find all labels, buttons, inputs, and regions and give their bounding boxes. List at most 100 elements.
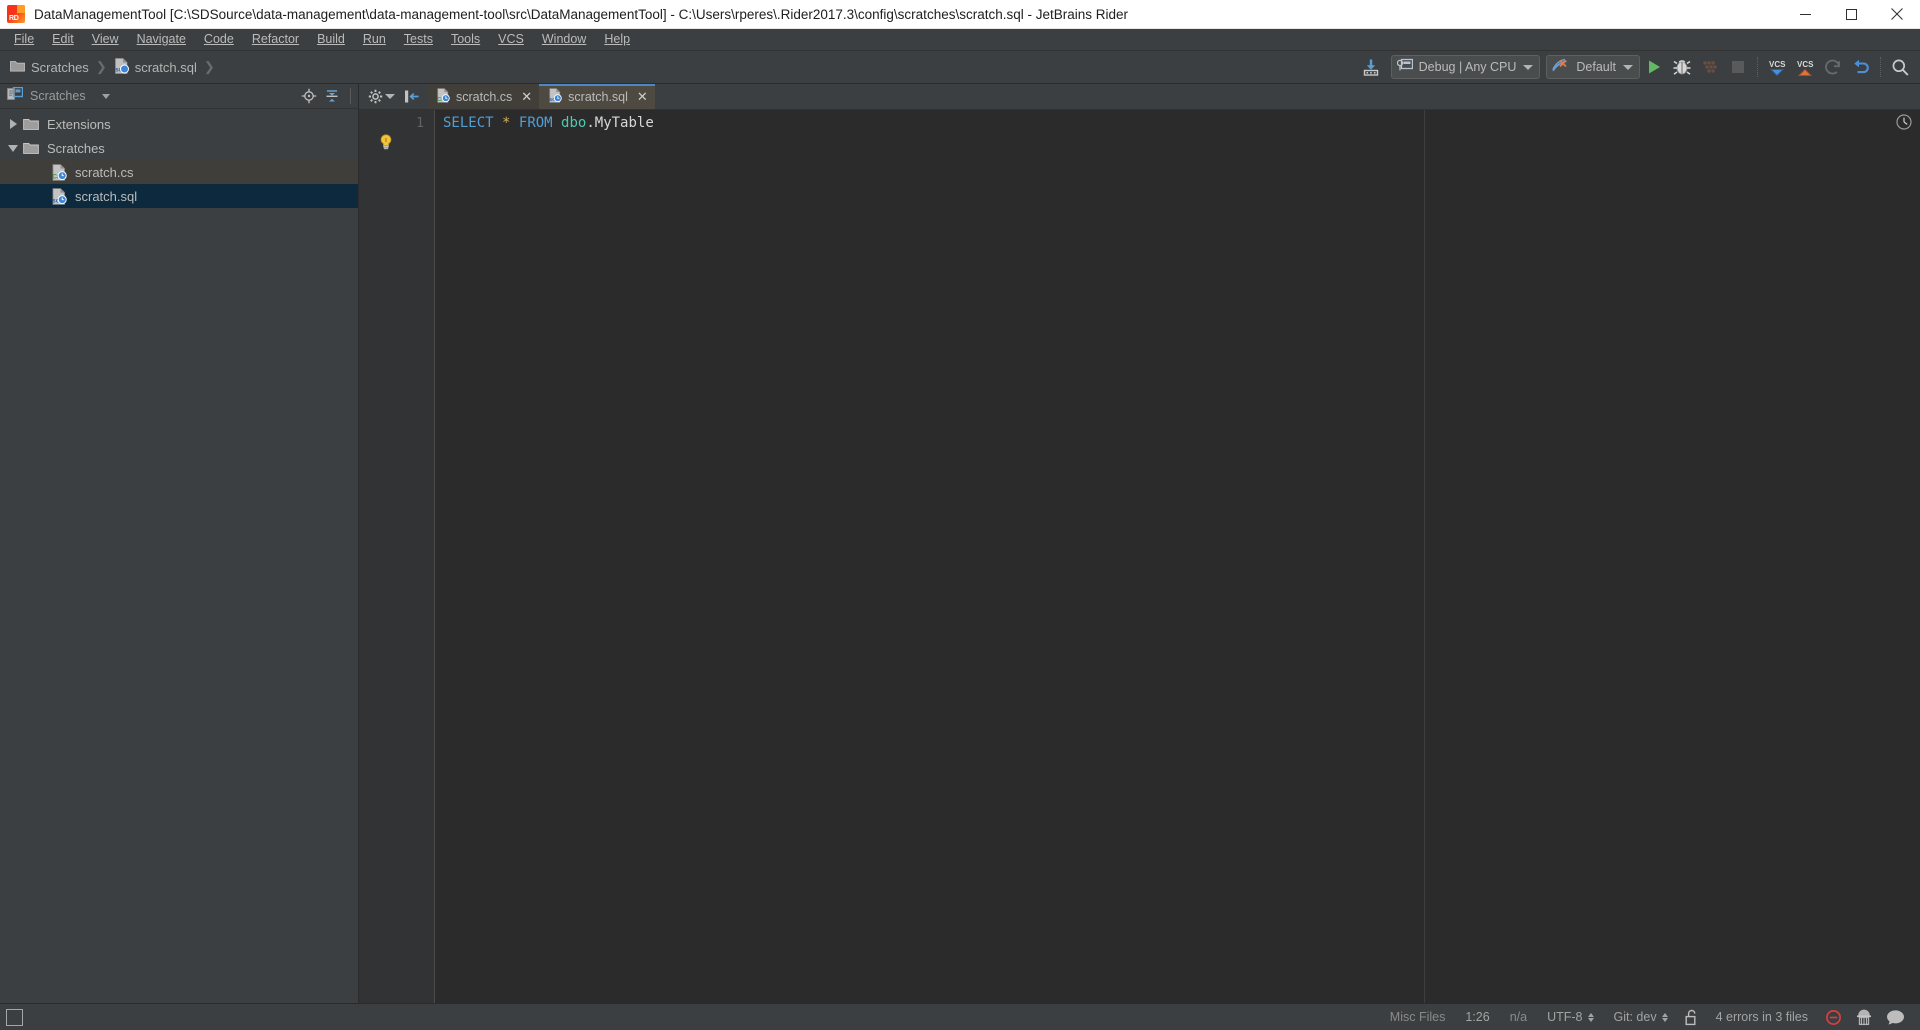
close-icon[interactable]: ✕ <box>637 90 648 103</box>
unlocked-icon[interactable] <box>1678 1009 1706 1026</box>
main-content: Scratches Extensions Scratches C# scratc… <box>0 84 1920 1003</box>
code-token-schema: dbo <box>561 115 587 131</box>
editor-gutter[interactable]: 1 <box>359 110 435 1003</box>
minimize-button[interactable] <box>1782 0 1828 29</box>
menu-window-label: Window <box>541 32 587 46</box>
vcs-update-button[interactable]: VCS <box>1763 54 1791 80</box>
tree-item-scratch-sql[interactable]: so scratch.sql <box>0 184 358 208</box>
editor-tabbar: C# scratch.cs ✕ so scratch.sql ✕ <box>359 84 1920 110</box>
error-circle-icon[interactable] <box>1818 1009 1849 1026</box>
inspection-clock-icon[interactable] <box>1896 114 1912 135</box>
breadcrumb-item-file[interactable]: so scratch.sql <box>112 57 199 77</box>
editor-tab-scratch-sql[interactable]: so scratch.sql ✕ <box>539 84 655 109</box>
code-line-1: SELECT * FROM dbo.MyTable <box>435 114 1920 133</box>
gear-chevron-down-icon[interactable] <box>385 94 395 99</box>
folder-icon <box>22 115 40 133</box>
close-icon[interactable]: ✕ <box>521 90 532 103</box>
twisty-collapsed-icon[interactable] <box>4 119 22 129</box>
updown-icon <box>1661 1012 1668 1022</box>
updown-icon <box>1587 1012 1594 1022</box>
panel-chevron-down-icon[interactable] <box>101 93 110 99</box>
close-button[interactable] <box>1874 0 1920 29</box>
menu-refactor[interactable]: Refactor <box>243 30 308 49</box>
status-encoding[interactable]: UTF-8 <box>1537 1010 1603 1024</box>
menu-vcs[interactable]: VCS <box>489 30 533 49</box>
breadcrumb-item-scratches[interactable]: Scratches <box>8 59 91 75</box>
title-bar: DataManagementTool [C:\SDSource\data-man… <box>0 0 1920 29</box>
run-target-selector[interactable]: Default <box>1546 55 1640 79</box>
breadcrumb: Scratches ❯ so scratch.sql ❯ <box>8 57 220 77</box>
rider-logo-icon <box>7 5 25 23</box>
toggle-tool-windows-button[interactable] <box>6 1008 23 1026</box>
svg-text:VCS: VCS <box>1797 60 1814 69</box>
vcs-commit-button[interactable]: VCS <box>1791 54 1819 80</box>
coverage-button[interactable] <box>1696 54 1724 80</box>
search-everywhere-button[interactable] <box>1886 54 1914 80</box>
tree-item-scratch-cs[interactable]: C# scratch.cs <box>0 160 358 184</box>
collapse-all-button[interactable] <box>322 86 342 106</box>
lightbulb-icon[interactable] <box>379 134 393 150</box>
tree-label-scratch-sql: scratch.sql <box>75 188 138 204</box>
code-editor[interactable]: SELECT * FROM dbo.MyTable <box>435 110 1920 1003</box>
status-vcs-branch[interactable]: Git: dev <box>1604 1010 1678 1024</box>
menu-file-label: File <box>14 32 35 46</box>
menu-tests-label: Tests <box>403 32 433 46</box>
stop-button[interactable] <box>1724 54 1752 80</box>
menu-run-label: Run <box>362 32 386 46</box>
editor-tab-scratch-cs[interactable]: C# scratch.cs ✕ <box>427 84 540 109</box>
menu-bar: File Edit View Navigate Code Refactor Bu… <box>0 29 1920 51</box>
breadcrumb-label-scratches: Scratches <box>31 59 89 75</box>
hector-icon[interactable] <box>1849 1008 1879 1026</box>
status-file-type: Misc Files <box>1389 1010 1446 1024</box>
status-caret-position[interactable]: 1:26 <box>1455 1010 1499 1024</box>
menu-navigate-label: Navigate <box>136 32 186 46</box>
toolbar-right-group: Debug | Any CPU Default VCS VCS <box>1357 54 1914 80</box>
locate-file-button[interactable] <box>299 86 319 106</box>
menu-refactor-label: Refactor <box>251 32 300 46</box>
status-line-separator[interactable]: n/a <box>1500 1010 1537 1024</box>
menu-code[interactable]: Code <box>195 30 243 49</box>
menu-tools[interactable]: Tools <box>442 30 489 49</box>
menu-view[interactable]: View <box>83 30 128 49</box>
status-errors[interactable]: 4 errors in 3 files <box>1706 1010 1818 1024</box>
update-project-button[interactable] <box>1357 54 1385 80</box>
csharp-file-icon: C# <box>436 87 450 106</box>
scratches-panel-title: Scratches <box>30 89 86 103</box>
menu-window[interactable]: Window <box>533 30 595 49</box>
run-target-label: Default <box>1576 60 1616 74</box>
tree-label-extensions: Extensions <box>47 116 111 132</box>
breadcrumb-label-file: scratch.sql <box>134 59 197 75</box>
menu-vcs-label: VCS <box>498 32 524 46</box>
hide-panel-icon[interactable] <box>404 89 420 104</box>
editor-tab-label-sql: scratch.sql <box>568 89 628 104</box>
feedback-balloon-icon[interactable] <box>1879 1009 1912 1026</box>
code-token-from: FROM <box>518 115 553 131</box>
menu-run[interactable]: Run <box>354 30 395 49</box>
menu-help[interactable]: Help <box>595 30 639 49</box>
main-toolbar: Scratches ❯ so scratch.sql ❯ Debug | Any… <box>0 51 1920 84</box>
editor-tab-label-cs: scratch.cs <box>456 89 513 104</box>
code-token-select: SELECT <box>443 115 494 131</box>
menu-tests[interactable]: Tests <box>395 30 442 49</box>
toolbar-separator-2 <box>1880 57 1881 77</box>
menu-edit[interactable]: Edit <box>43 30 83 49</box>
scratches-tree: Extensions Scratches C# scratch.cs so sc… <box>0 109 358 1003</box>
twisty-expanded-icon[interactable] <box>4 144 22 152</box>
breadcrumb-separator-icon: ❯ <box>95 59 107 74</box>
tree-item-scratches[interactable]: Scratches <box>0 136 358 160</box>
csharp-file-icon: C# <box>50 163 68 181</box>
vcs-rollback-button[interactable] <box>1819 54 1847 80</box>
chevron-down-target-icon <box>1623 64 1633 70</box>
gear-icon[interactable] <box>368 89 395 104</box>
run-configuration-selector[interactable]: Debug | Any CPU <box>1390 55 1541 79</box>
tree-item-extensions[interactable]: Extensions <box>0 112 358 136</box>
line-number-1: 1 <box>416 116 424 131</box>
run-configuration-label: Debug | Any CPU <box>1418 60 1517 74</box>
debug-button[interactable] <box>1668 54 1696 80</box>
maximize-button[interactable] <box>1828 0 1874 29</box>
menu-build[interactable]: Build <box>308 30 354 49</box>
undo-button[interactable] <box>1847 54 1875 80</box>
run-button[interactable] <box>1640 54 1668 80</box>
menu-file[interactable]: File <box>5 30 43 49</box>
menu-navigate[interactable]: Navigate <box>128 30 195 49</box>
